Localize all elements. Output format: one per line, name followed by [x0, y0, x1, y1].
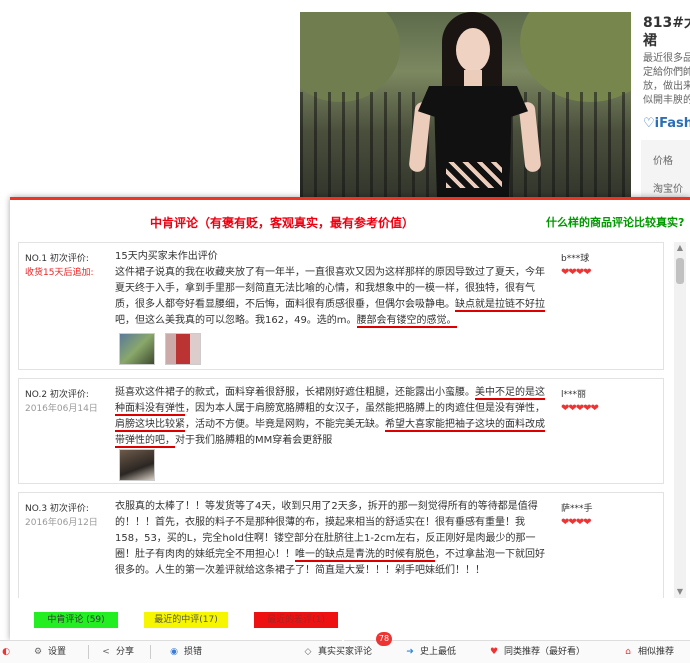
review-number: NO.2 初次评价: [25, 390, 89, 400]
logo-icon[interactable]: ◐ [0, 645, 16, 659]
review-text-segment: 挺喜欢这件裙子的款式，面料穿着很舒服，长裙刚好遮住粗腿，还能露出小蛮腰。 [115, 387, 475, 398]
real-review-help-link[interactable]: 什么样的商品评论比较真实? [546, 214, 684, 230]
review-text-segment: 对于我们胳膊粗的MM穿着会更舒服 [175, 435, 333, 446]
reviewer-name: l***丽 [561, 390, 587, 400]
tab-recent-neutral[interactable]: 最近的中评(17) [144, 612, 228, 628]
review-highlight: 唯一的缺点是青洗的时候有脱色 [295, 549, 435, 562]
divider [150, 645, 151, 659]
similar-recommend-button[interactable]: ⌂ 相似推荐 [622, 645, 674, 659]
brand-logo: ♡iFash [643, 116, 690, 131]
real-review-label: 真实买家评论 [318, 647, 373, 657]
review-number: NO.1 初次评价: [25, 254, 89, 264]
tab-helpful-reviews[interactable]: 中肯评论 (59) [34, 612, 118, 628]
hide-icon: ◉ [170, 647, 178, 657]
model-face [456, 28, 490, 72]
dress-cutout [446, 162, 502, 188]
review-highlight: 肩膀这块比较紧 [115, 419, 185, 432]
tag-icon: ◇ [304, 647, 312, 657]
rating-hearts-icon: ❤❤❤❤ [561, 267, 591, 278]
review-number: NO.3 初次评价: [25, 504, 89, 514]
arrow-right-icon: ➜ [406, 647, 414, 657]
taobao-price-label: 淘宝价 [653, 184, 683, 195]
ifash-logo-icon: ♡ [643, 116, 655, 131]
modal-header: 中肯评论（有褒有贬，客观真实，最有参考价值） 什么样的商品评论比较真实? [10, 200, 690, 244]
review-count-badge: 78 [376, 632, 392, 646]
reviewer-name: 萨***手 [561, 504, 593, 514]
review-highlight: 缺点就是拉链不好拉 [455, 299, 545, 312]
hide-label: 损错 [184, 647, 203, 657]
review-photo-thumbnail[interactable] [165, 333, 201, 365]
tree-foliage [520, 12, 631, 102]
product-title[interactable]: 813#大 裙 [643, 14, 690, 50]
history-low-label: 史上最低 [420, 647, 457, 657]
divider [88, 645, 89, 659]
share-label: 分享 [116, 647, 135, 657]
cart-icon: ⌂ [625, 647, 631, 657]
product-image[interactable] [300, 12, 631, 212]
review-text-segment: ，活动不方便。毕竟是网购，不能完美无缺。 [185, 419, 385, 430]
review-text: 15天内买家未作出评价 这件裙子说真的我在收藏夹放了有一年半，一直很喜欢又因为这… [115, 249, 545, 329]
scroll-up-icon[interactable]: ▲ [674, 242, 686, 254]
share-button[interactable]: < 分享 [100, 645, 134, 659]
product-description: 最近很多品 定給你們帥 放，做出来 似開丰腴的 [643, 53, 690, 106]
review-date: 收货15天后追加: [25, 268, 94, 278]
same-recommend-label: 同类推荐（最好看） [504, 647, 586, 657]
review-highlight: 腰部会有镂空的感觉。 [356, 315, 457, 328]
review-text: 衣服真的太棒了！！等发货等了4天，收到只用了2天多，拆开的那一刻觉得所有的等待都… [115, 499, 545, 579]
review-text: 挺喜欢这件裙子的款式，面料穿着很舒服，长裙刚好遮住粗腿，还能露出小蛮腰。美中不足… [115, 385, 545, 449]
review-date: 2016年06月12日 [25, 518, 98, 528]
review-item: NO.1 初次评价: 收货15天后追加: 15天内买家未作出评价 这件裙子说真的… [18, 242, 664, 370]
modal-title: 中肯评论（有褒有贬，客观真实，最有参考价值） [150, 216, 415, 230]
review-text-segment: ，因为本人属于肩膀宽胳膊粗的女汉子，虽然能把胳膊上的肉遮住但是没有弹性， [185, 403, 545, 414]
review-date: 2016年06月14日 [25, 404, 98, 414]
review-item: NO.2 初次评价: 2016年06月14日 挺喜欢这件裙子的款式，面料穿着很舒… [18, 378, 664, 484]
reviewer-name: b***球 [561, 254, 590, 264]
similar-recommend-label: 相似推荐 [638, 647, 675, 657]
review-photo-thumbnail[interactable] [119, 333, 155, 365]
review-text-segment: 吧，但这么美我真的可以忽略。我162，49。选的m。 [115, 315, 357, 326]
scroll-down-icon[interactable]: ▼ [674, 586, 686, 598]
gear-icon: ⚙ [33, 647, 43, 657]
settings-button[interactable]: ⚙ 设置 [32, 645, 66, 659]
review-text-segment: 15天内买家未作出评价 [115, 251, 218, 262]
rating-hearts-icon: ❤❤❤❤❤ [561, 403, 599, 414]
bottom-toolbar: ◐ ⚙ 设置 < 分享 ◉ 损错 ◇ 真实买家评论 ➜ 史上最低 ♥ 同类推荐（最好看） ⌂… [0, 640, 690, 663]
history-low-button[interactable]: ➜ 史上最低 [404, 645, 456, 659]
share-icon: < [102, 647, 110, 657]
hide-button[interactable]: ◉ 损错 [168, 645, 202, 659]
price-label: 价格 [653, 156, 673, 167]
review-item: NO.3 初次评价: 2016年06月12日 衣服真的太棒了！！等发货等了4天，… [18, 492, 664, 598]
scroll-thumb[interactable] [676, 258, 684, 284]
tree-foliage [300, 12, 400, 102]
review-list[interactable]: NO.1 初次评价: 收货15天后追加: 15天内买家未作出评价 这件裙子说真的… [18, 242, 664, 598]
review-photo-thumbnail[interactable] [119, 449, 155, 481]
rating-hearts-icon: ❤❤❤❤ [561, 517, 591, 528]
tab-recent-negative[interactable]: 最近的差评(1) [254, 612, 338, 628]
heart-icon: ♥ [489, 647, 499, 657]
settings-label: 设置 [48, 647, 67, 657]
brand-name: iFash [654, 116, 690, 131]
review-modal: 中肯评论（有褒有贬，客观真实，最有参考价值） 什么样的商品评论比较真实? NO.… [10, 197, 690, 640]
real-review-button[interactable]: ◇ 真实买家评论 [302, 645, 372, 659]
scrollbar[interactable]: ▲ ▼ [674, 242, 686, 598]
same-recommend-button[interactable]: ♥ 同类推荐（最好看） [488, 645, 585, 659]
